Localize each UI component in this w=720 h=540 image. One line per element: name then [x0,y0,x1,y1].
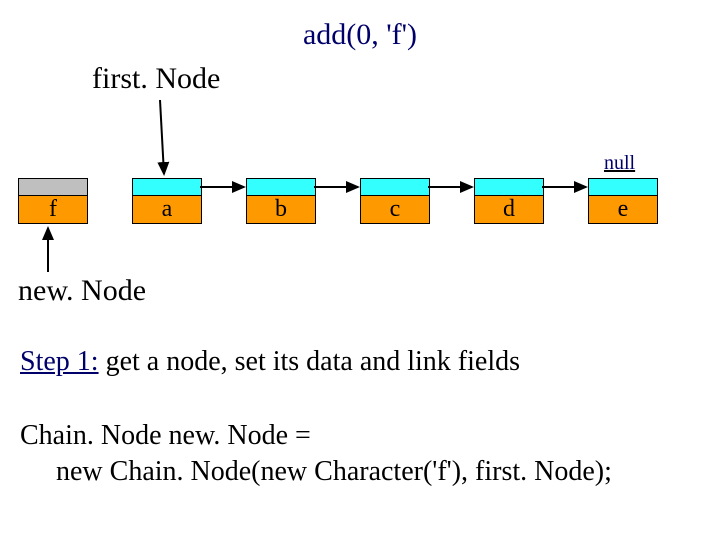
node-e: e [588,178,658,224]
step-prefix: Step 1: [20,346,99,377]
node-e-data: e [588,196,658,224]
node-f: f [18,178,88,224]
step-rest: get a node, set its data and link fields [99,346,520,377]
code-line-1: Chain. Node new. Node = [20,420,311,452]
arrow-first-node-to-a [160,100,164,174]
node-d-link-field [474,178,544,196]
node-a-link-field [132,178,202,196]
node-b: b [246,178,316,224]
step-caption: Step 1: get a node, set its data and lin… [20,346,520,378]
node-c-data: c [360,196,430,224]
node-f-data: f [18,196,88,224]
node-b-data: b [246,196,316,224]
label-null: null [604,152,635,175]
node-d-data: d [474,196,544,224]
label-new-node: new. Node [18,274,146,308]
node-a: a [132,178,202,224]
node-a-data: a [132,196,202,224]
node-f-link-field [18,178,88,196]
node-b-link-field [246,178,316,196]
node-c-link-field [360,178,430,196]
node-d: d [474,178,544,224]
title: add(0, 'f') [0,18,720,52]
label-first-node: first. Node [92,62,220,96]
diagram-stage: add(0, 'f') first. Node null f a b c d e… [0,0,720,540]
node-c: c [360,178,430,224]
node-e-link-field [588,178,658,196]
code-line-2: new Chain. Node(new Character('f'), firs… [56,456,612,488]
